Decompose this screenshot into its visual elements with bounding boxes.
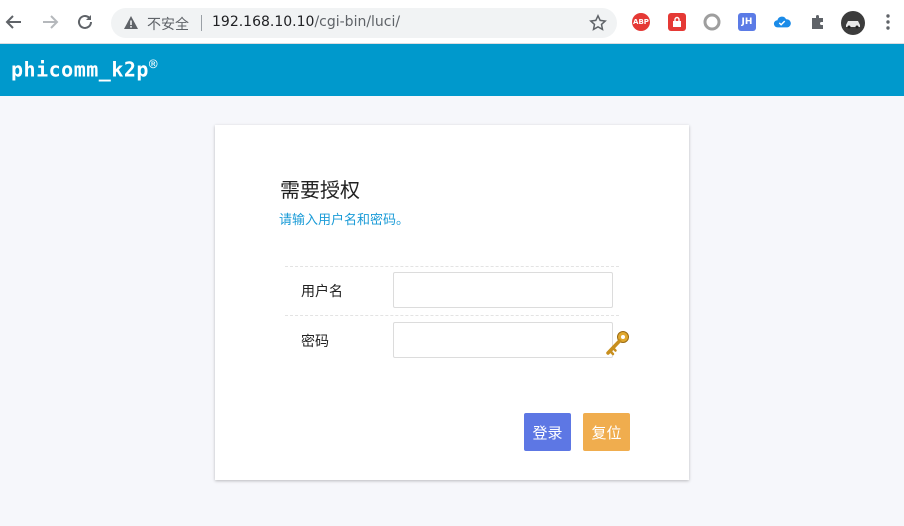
cloud-glyph-icon	[773, 16, 791, 28]
url-path: /cgi-bin/luci/	[314, 14, 401, 30]
reload-button[interactable]	[72, 9, 98, 35]
username-label: 用户名	[301, 284, 343, 300]
abp-icon-text: ABP	[633, 18, 649, 26]
login-button[interactable]: 登录	[524, 413, 571, 451]
brand-logo[interactable]: phicomm_k2p®	[11, 57, 158, 82]
page-header: phicomm_k2p®	[0, 44, 904, 96]
abp-icon[interactable]: ABP	[632, 13, 650, 31]
profile-avatar[interactable]	[841, 11, 865, 35]
cloud-check-icon[interactable]	[773, 13, 791, 31]
username-input[interactable]	[393, 272, 613, 308]
ring-glyph-icon	[703, 13, 721, 31]
address-separator	[201, 15, 202, 31]
form-divider	[285, 266, 619, 267]
lock-glyph-icon	[673, 16, 681, 27]
form-divider	[285, 315, 619, 316]
password-lock-icon[interactable]	[668, 13, 686, 31]
back-arrow-icon	[5, 15, 21, 29]
brand-name: phicomm_k2p	[11, 57, 149, 82]
back-button[interactable]	[1, 9, 27, 35]
circle-extension-icon[interactable]	[703, 13, 721, 31]
security-status-text[interactable]: 不安全	[147, 14, 189, 34]
forward-arrow-icon	[43, 15, 59, 29]
auth-title: 需要授权	[280, 178, 360, 202]
vertical-dots-icon	[886, 14, 890, 30]
registered-mark: ®	[148, 57, 158, 73]
jh-extension-icon[interactable]: JH	[738, 13, 756, 31]
password-label: 密码	[301, 334, 329, 350]
bookmark-star-icon[interactable]	[589, 14, 607, 32]
address-bar[interactable]: 不安全 192.168.10.10/cgi-bin/luci/	[111, 8, 617, 38]
login-card: 需要授权 请输入用户名和密码。 用户名 密码 登录 复位	[215, 125, 689, 480]
reload-icon	[78, 14, 92, 29]
browser-toolbar: 不安全 192.168.10.10/cgi-bin/luci/ ABP JH	[0, 0, 904, 44]
auth-subtitle: 请输入用户名和密码。	[279, 213, 410, 228]
extensions-puzzle-icon[interactable]	[809, 13, 827, 31]
jh-icon-text: JH	[741, 17, 753, 27]
reset-button[interactable]: 复位	[583, 413, 630, 451]
url-text[interactable]: 192.168.10.10/cgi-bin/luci/	[212, 14, 400, 30]
avatar-car-icon	[846, 21, 860, 29]
url-host: 192.168.10.10	[212, 14, 315, 30]
key-icon[interactable]	[604, 330, 630, 358]
forward-button[interactable]	[37, 9, 63, 35]
warning-triangle-icon	[124, 16, 138, 29]
password-input[interactable]	[393, 322, 613, 358]
puzzle-glyph-icon	[812, 15, 823, 29]
browser-menu-button[interactable]	[879, 13, 897, 31]
